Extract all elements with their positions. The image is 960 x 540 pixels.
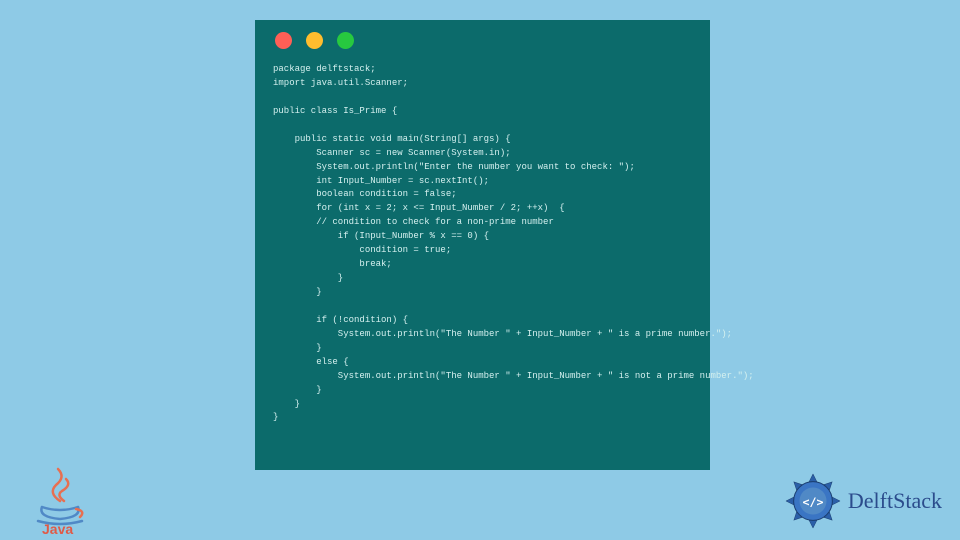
- code-block: package delftstack; import java.util.Sca…: [273, 63, 692, 425]
- java-label: Java: [42, 521, 73, 535]
- code-window: package delftstack; import java.util.Sca…: [255, 20, 710, 470]
- svg-text:</>: </>: [802, 495, 823, 509]
- close-icon: [275, 32, 292, 49]
- maximize-icon: [337, 32, 354, 49]
- delftstack-badge-icon: </>: [784, 472, 842, 530]
- delftstack-label: DelftStack: [848, 488, 942, 514]
- java-logo: Java: [30, 465, 90, 535]
- window-controls: [273, 32, 692, 49]
- delftstack-logo: </> DelftStack: [784, 472, 942, 530]
- minimize-icon: [306, 32, 323, 49]
